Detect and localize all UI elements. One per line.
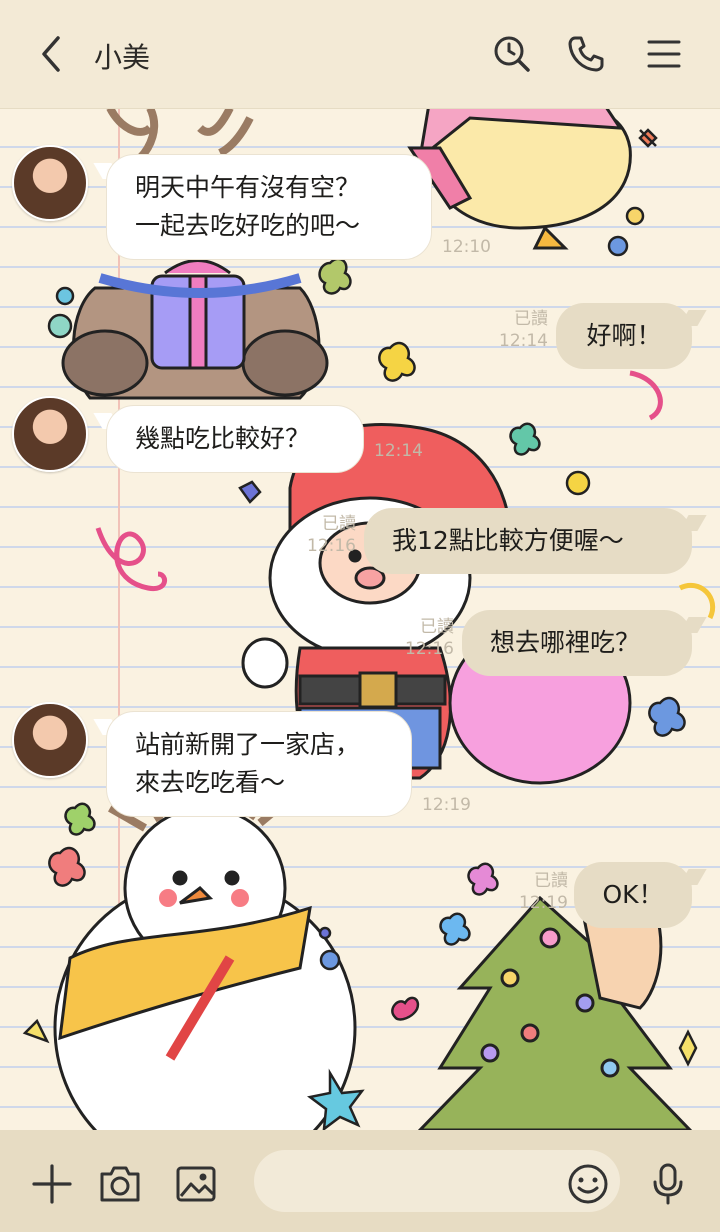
message-bubble-outgoing[interactable]: OK！ (574, 862, 692, 928)
chick-illustration (407, 108, 632, 250)
contact-avatar[interactable] (12, 702, 88, 778)
snowman-illustration (53, 785, 357, 1130)
phone-icon (568, 36, 604, 72)
emoji-button[interactable] (564, 1160, 612, 1208)
contact-avatar[interactable] (12, 145, 88, 221)
microphone-icon (653, 1163, 683, 1205)
image-icon (176, 1166, 216, 1202)
message-bubble-incoming[interactable]: 站前新開了一家店， 來去吃吃看〜 (106, 711, 412, 817)
back-chevron-icon (42, 36, 60, 72)
message-bubble-incoming[interactable]: 幾點吃比較好？ (106, 405, 364, 473)
read-receipt: 已讀 12:16 (405, 617, 454, 659)
message-time: 12:19 (422, 795, 471, 815)
message-bubble-incoming[interactable]: 明天中午有沒有空？ 一起去吃好吃的吧〜 (106, 154, 432, 260)
menu-button[interactable] (640, 28, 688, 80)
message-bubble-outgoing[interactable]: 好啊！ (556, 303, 692, 369)
emoji-icon (568, 1164, 608, 1204)
contact-avatar[interactable] (12, 396, 88, 472)
image-button[interactable] (172, 1160, 220, 1208)
read-receipt: 已讀 12:19 (519, 871, 568, 913)
search-clock-icon (494, 36, 530, 72)
chat-title: 小美 (94, 41, 151, 74)
back-button[interactable] (28, 28, 76, 80)
camera-icon (100, 1166, 140, 1202)
chat-area[interactable]: 明天中午有沒有空？ 一起去吃好吃的吧〜 12:10 已讀 12:14 好啊！ 幾點… (0, 108, 720, 1130)
read-receipt: 已讀 12:16 (307, 514, 356, 556)
voice-button[interactable] (644, 1160, 692, 1208)
message-input-bar (0, 1130, 720, 1232)
add-button[interactable] (28, 1160, 76, 1208)
message-bubble-outgoing[interactable]: 我12點比較方便喔〜 (364, 508, 692, 574)
plus-icon (32, 1164, 72, 1204)
menu-icon (647, 40, 681, 68)
message-time: 12:10 (442, 237, 491, 257)
camera-button[interactable] (96, 1160, 144, 1208)
call-button[interactable] (562, 28, 610, 80)
read-receipt: 已讀 12:14 (499, 309, 548, 351)
message-bubble-outgoing[interactable]: 想去哪裡吃？ (462, 610, 692, 676)
message-time: 12:14 (374, 441, 423, 461)
search-button[interactable] (488, 28, 536, 80)
chat-header: 小美 (0, 0, 720, 109)
